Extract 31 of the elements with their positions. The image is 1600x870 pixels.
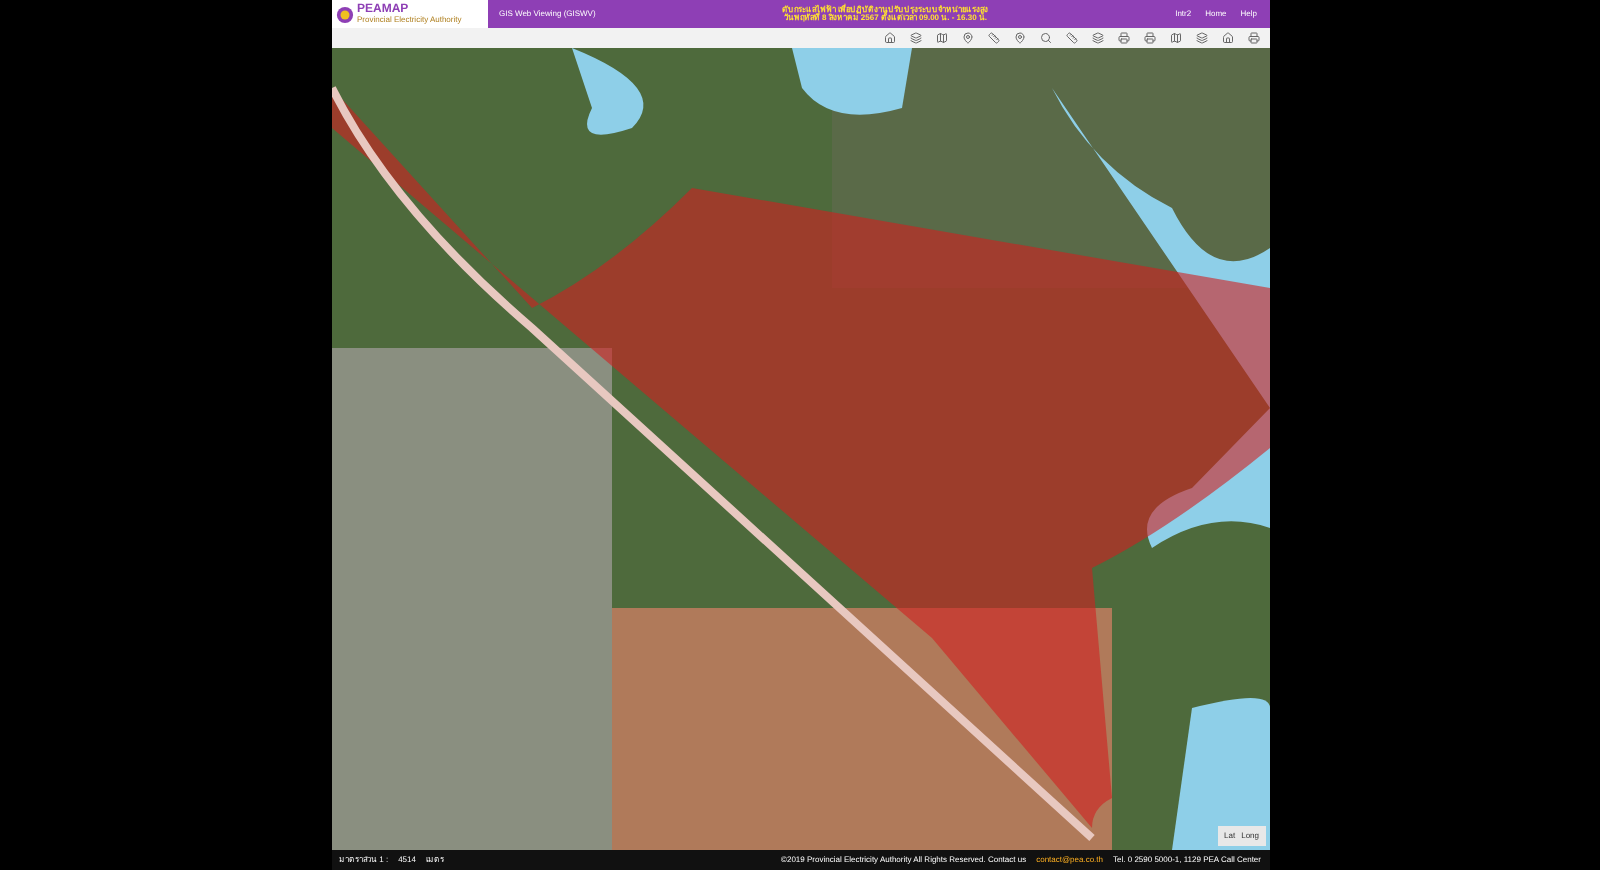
map-icon	[1169, 32, 1181, 44]
layers-icon	[1195, 32, 1207, 44]
printer-icon	[1117, 32, 1129, 44]
layers-icon	[1091, 32, 1103, 44]
layers-icon	[909, 32, 921, 44]
search-icon	[1039, 32, 1051, 44]
home-icon	[1221, 32, 1233, 44]
toolbar-button[interactable]	[1037, 30, 1053, 46]
toolbar-button[interactable]	[1115, 30, 1131, 46]
toolbar-button[interactable]	[1089, 30, 1105, 46]
toolbar-button[interactable]	[1219, 30, 1235, 46]
printer-icon	[1247, 32, 1259, 44]
pin-icon	[1013, 32, 1025, 44]
ruler-icon	[1065, 32, 1077, 44]
toolbar-button[interactable]	[933, 30, 949, 46]
logo-icon	[335, 5, 353, 23]
toolbar-button[interactable]	[985, 30, 1001, 46]
toolbar-button[interactable]	[1141, 30, 1157, 46]
home-icon	[883, 32, 895, 44]
printer-icon	[1143, 32, 1155, 44]
toolbar-button[interactable]	[1063, 30, 1079, 46]
ruler-icon	[987, 32, 999, 44]
toolbar-button[interactable]	[907, 30, 923, 46]
map-icon	[935, 32, 947, 44]
toolbar-button[interactable]	[1167, 30, 1183, 46]
toolbar-button[interactable]	[1245, 30, 1261, 46]
toolbar-button[interactable]	[1193, 30, 1209, 46]
toolbar-button[interactable]	[1011, 30, 1027, 46]
toolbar-button[interactable]	[881, 30, 897, 46]
pin-icon	[961, 32, 973, 44]
toolbar-button[interactable]	[959, 30, 975, 46]
